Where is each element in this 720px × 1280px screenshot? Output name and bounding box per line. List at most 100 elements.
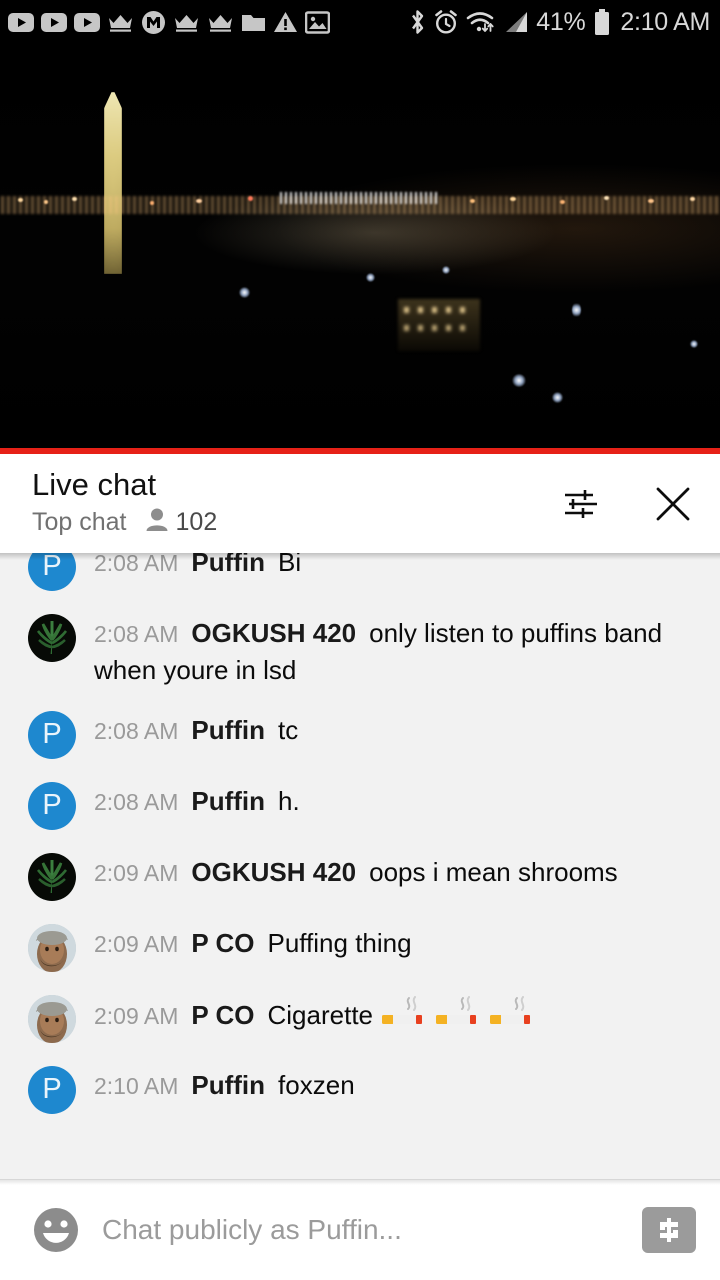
lit-building bbox=[398, 299, 480, 351]
user-photo bbox=[28, 995, 76, 1043]
message-timestamp: 2:08 AM bbox=[94, 718, 179, 744]
message-author[interactable]: P CO bbox=[191, 1000, 254, 1030]
street-lamp-2 bbox=[366, 273, 375, 282]
tune-icon[interactable] bbox=[558, 481, 604, 527]
chat-header-subrow: Top chat 102 bbox=[32, 507, 217, 538]
street-lamp-6 bbox=[552, 392, 563, 403]
chat-message-body: 2:08 AM Puffin h. bbox=[94, 781, 704, 820]
message-timestamp: 2:10 AM bbox=[94, 1073, 179, 1099]
street-lamp-3 bbox=[442, 266, 450, 274]
viewer-count-group: 102 bbox=[145, 507, 218, 538]
chat-message-body: 2:08 AM Puffin tc bbox=[94, 710, 704, 749]
cigarette-emoji bbox=[490, 996, 530, 1024]
signal-icon bbox=[503, 11, 529, 33]
chat-header-actions bbox=[558, 481, 696, 527]
chat-message-body: 2:09 AM OGKUSH 420 oops i mean shrooms bbox=[94, 852, 704, 891]
chat-message-body: 2:08 AM Puffin Bi bbox=[94, 553, 704, 581]
chat-message-row[interactable]: 2:09 AM P CO Cigarette bbox=[0, 983, 720, 1054]
message-author[interactable]: P CO bbox=[191, 928, 254, 958]
warning-icon bbox=[273, 11, 298, 33]
avatar-initial: P bbox=[42, 553, 62, 582]
page-title: Live chat bbox=[32, 466, 157, 502]
avatar[interactable] bbox=[28, 853, 76, 901]
chat-message-row[interactable]: P 2:08 AM Puffin h. bbox=[0, 770, 720, 841]
phone-screen: 41% 2:10 AM Live chat Top chat 102 P 2:0… bbox=[0, 0, 720, 1280]
youtube-icon-2 bbox=[41, 12, 67, 32]
person-icon bbox=[145, 507, 169, 538]
message-text: Puffing thing bbox=[267, 928, 412, 958]
avatar[interactable]: P bbox=[28, 782, 76, 830]
close-icon[interactable] bbox=[650, 481, 696, 527]
avatar[interactable] bbox=[28, 614, 76, 662]
avatar-initial: P bbox=[42, 789, 62, 821]
cigarette-emoji bbox=[436, 996, 476, 1024]
battery-percent: 41% bbox=[536, 7, 586, 36]
avatar[interactable] bbox=[28, 995, 76, 1043]
message-timestamp: 2:09 AM bbox=[94, 860, 179, 886]
avatar[interactable] bbox=[28, 924, 76, 972]
message-text: tc bbox=[278, 715, 299, 745]
chat-mode-label[interactable]: Top chat bbox=[32, 508, 127, 537]
message-author[interactable]: OGKUSH 420 bbox=[191, 857, 356, 887]
crown-icon-1 bbox=[107, 12, 134, 33]
message-text: foxzen bbox=[278, 1070, 355, 1100]
chat-message-row[interactable]: 2:09 AM P CO Puffing thing bbox=[0, 912, 720, 983]
viewer-count: 102 bbox=[175, 508, 218, 537]
youtube-icon-3 bbox=[74, 12, 100, 32]
video-player[interactable] bbox=[0, 44, 720, 454]
avatar-initial: P bbox=[42, 718, 62, 750]
message-timestamp: 2:08 AM bbox=[94, 553, 179, 576]
message-author[interactable]: OGKUSH 420 bbox=[191, 618, 356, 648]
avatar[interactable]: P bbox=[28, 1066, 76, 1114]
message-text: Cigarette bbox=[267, 1000, 374, 1030]
message-timestamp: 2:09 AM bbox=[94, 931, 179, 957]
street-lamp-1 bbox=[239, 287, 250, 298]
bluetooth-icon bbox=[409, 9, 426, 35]
avatar[interactable]: P bbox=[28, 553, 76, 591]
cannabis-leaf-icon bbox=[36, 620, 68, 654]
chat-message-row[interactable]: P 2:08 AM Puffin tc bbox=[0, 699, 720, 770]
chat-message-list[interactable]: P 2:08 AM Puffin Bi 2:08 AM OGKUSH 420 only li… bbox=[0, 553, 720, 1180]
message-text: oops i mean shrooms bbox=[369, 857, 618, 887]
chat-message-row[interactable]: P 2:08 AM Puffin Bi bbox=[0, 553, 720, 602]
chat-message-body: 2:09 AM P CO Puffing thing bbox=[94, 923, 704, 962]
status-bar-left-icons bbox=[8, 10, 330, 35]
image-icon bbox=[305, 10, 330, 34]
avatar[interactable]: P bbox=[28, 711, 76, 759]
message-emoji-group bbox=[381, 996, 535, 1030]
youtube-icon-1 bbox=[8, 12, 34, 32]
message-text: h. bbox=[278, 786, 300, 816]
message-timestamp: 2:08 AM bbox=[94, 621, 179, 647]
chat-message-body: 2:09 AM P CO Cigarette bbox=[94, 994, 704, 1034]
message-text: Bi bbox=[278, 553, 302, 577]
avatar-initial: P bbox=[42, 1073, 62, 1105]
message-author[interactable]: Puffin bbox=[191, 1070, 265, 1100]
street-lamp-8 bbox=[690, 340, 698, 348]
search-input[interactable] bbox=[102, 1214, 642, 1246]
alarm-icon bbox=[433, 9, 459, 35]
city-lights bbox=[0, 190, 720, 220]
chat-message-row[interactable]: 2:09 AM OGKUSH 420 oops i mean shrooms bbox=[0, 841, 720, 912]
message-timestamp: 2:08 AM bbox=[94, 789, 179, 815]
street-lamp-4 bbox=[572, 302, 581, 318]
status-bar-clock: 2:10 AM bbox=[620, 7, 710, 36]
emoji-smiley-icon[interactable] bbox=[30, 1204, 82, 1256]
message-author[interactable]: Puffin bbox=[191, 786, 265, 816]
crown-icon-2 bbox=[173, 12, 200, 33]
dollar-icon[interactable] bbox=[642, 1207, 696, 1253]
message-text: only listen to puffins band when youre i… bbox=[94, 618, 663, 685]
street-lamp-5 bbox=[512, 374, 526, 387]
status-bar-right-icons: 41% 2:10 AM bbox=[409, 8, 710, 37]
cigarette-emoji bbox=[382, 996, 422, 1024]
message-author[interactable]: Puffin bbox=[191, 553, 265, 577]
chat-message-row[interactable]: P 2:10 AM Puffin foxzen bbox=[0, 1054, 720, 1125]
mega-icon bbox=[141, 10, 166, 35]
battery-icon bbox=[594, 8, 610, 36]
chat-input-bar bbox=[0, 1179, 720, 1280]
message-timestamp: 2:09 AM bbox=[94, 1003, 179, 1029]
message-author[interactable]: Puffin bbox=[191, 715, 265, 745]
status-bar: 41% 2:10 AM bbox=[0, 0, 720, 44]
chat-message-row[interactable]: 2:08 AM OGKUSH 420 only listen to puffins … bbox=[0, 602, 720, 699]
user-photo bbox=[28, 924, 76, 972]
crown-icon-3 bbox=[207, 12, 234, 33]
